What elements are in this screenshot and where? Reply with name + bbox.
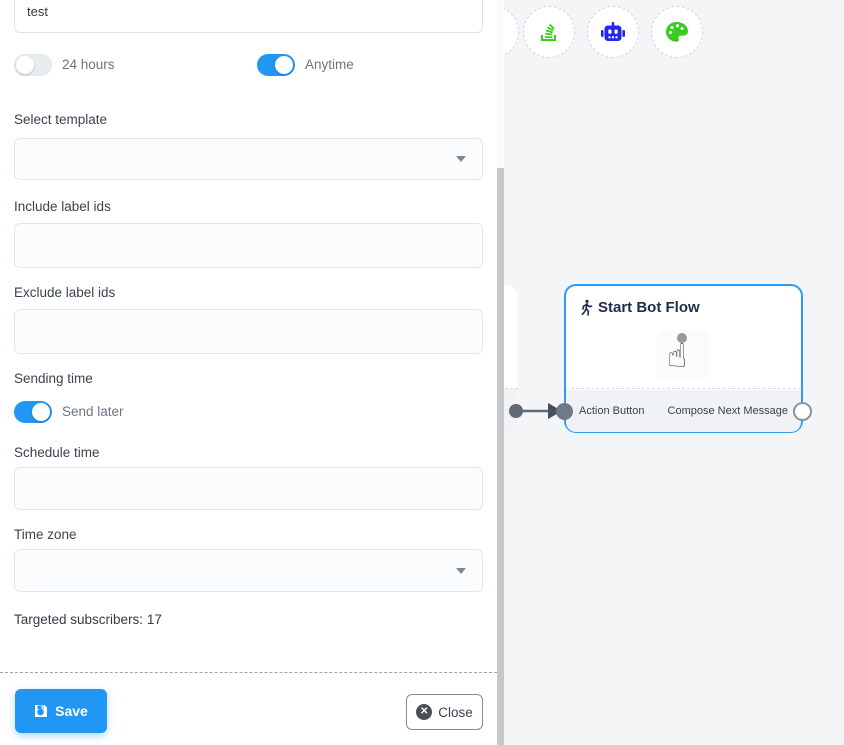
action-button-label[interactable]: Action Button [579,405,644,417]
24-hours-toggle[interactable] [14,54,52,76]
stack-icon [537,20,561,44]
broadcast-editor-screen: 24 hours Anytime Select template Include… [0,0,844,745]
footer-divider [0,672,497,673]
schedule-time-input[interactable] [14,467,483,510]
cursor-highlight: ☝ [657,330,709,380]
node-header: Start Bot Flow [580,299,700,316]
node-input-port[interactable] [556,403,573,420]
node-title: Start Bot Flow [598,299,700,316]
walking-person-icon [580,299,593,316]
save-button-label: Save [55,703,88,719]
broadcast-form-panel: 24 hours Anytime Select template Include… [0,0,497,745]
save-icon [34,704,48,718]
template-select[interactable] [14,138,483,180]
compose-next-message-label[interactable]: Compose Next Message [668,405,788,417]
node-footer: Action Button Compose Next Message [566,390,801,432]
toolbar-button-palette[interactable] [651,6,703,58]
exclude-label-ids-input[interactable] [14,309,483,354]
palette-icon [665,21,689,43]
scrollbar-thumb[interactable] [497,168,504,745]
partial-flow-node[interactable] [504,285,518,432]
anytime-toggle[interactable] [257,54,295,76]
targeted-subscribers-count: 17 [147,612,162,627]
messaging-window-toggle-row: 24 hours Anytime [0,54,497,78]
exclude-label-ids-label: Exclude label ids [14,285,115,300]
chevron-down-icon [456,156,466,162]
broadcast-name-input[interactable] [14,0,483,33]
robot-icon [600,20,626,44]
send-later-toggle[interactable] [14,401,52,423]
24-hours-toggle-label: 24 hours [62,57,115,72]
toggle-knob [16,56,34,74]
hand-cursor-icon: ☝ [667,339,687,372]
close-button-label: Close [438,705,473,720]
include-label-ids-label: Include label ids [14,199,111,214]
toggle-knob [275,56,293,74]
select-template-label: Select template [14,112,107,127]
close-icon: ✕ [416,704,432,720]
time-zone-select[interactable] [14,549,483,592]
time-zone-label: Time zone [14,527,77,542]
anytime-toggle-label: Anytime [305,57,354,72]
include-label-ids-input[interactable] [14,223,483,268]
schedule-time-label: Schedule time [14,445,100,460]
targeted-subscribers-label: Targeted subscribers: [14,612,143,627]
partial-node-footer [504,389,518,432]
toolbar-button-stack[interactable] [523,6,575,58]
toolbar-button-bot[interactable] [587,6,639,58]
targeted-subscribers-text: Targeted subscribers: 17 [14,612,162,627]
sending-time-label: Sending time [14,371,93,386]
node-output-port[interactable] [793,402,812,421]
node-separator [566,388,801,389]
toolbar-circle-partial[interactable] [504,6,519,58]
form-scrollbar[interactable] [497,0,504,745]
chevron-down-icon [456,568,466,574]
send-later-toggle-label: Send later [62,404,124,419]
flow-canvas[interactable]: Start Bot Flow ☝ Action Button Compose N… [504,0,844,745]
save-button[interactable]: Save [15,689,107,733]
start-bot-flow-node[interactable]: Start Bot Flow ☝ Action Button Compose N… [564,284,803,433]
close-button[interactable]: ✕ Close [406,694,483,730]
cursor-dot [677,333,687,343]
toggle-knob [32,403,50,421]
